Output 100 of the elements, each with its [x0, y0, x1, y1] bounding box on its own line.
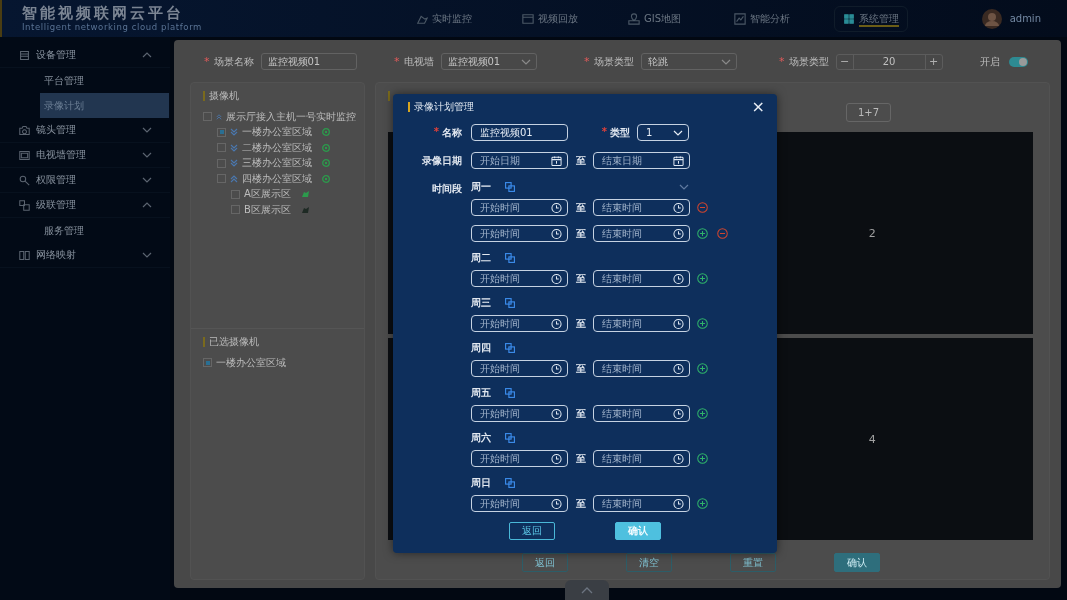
submenu-item[interactable]: 平台管理 — [40, 68, 169, 93]
checkbox[interactable] — [203, 358, 212, 368]
close-button[interactable]: × — [751, 99, 765, 115]
clock-icon — [673, 318, 684, 329]
input-field[interactable]: 监控视频01 — [260, 53, 357, 70]
remove-icon[interactable] — [697, 202, 708, 213]
double-chevron-up-icon[interactable] — [230, 174, 238, 183]
clock-icon — [673, 408, 684, 419]
start-time-field[interactable]: 开始时间 — [471, 360, 568, 377]
name-field[interactable]: 监控视频01 — [471, 124, 568, 141]
field-label: 场景名称 — [213, 54, 254, 69]
selected-camera[interactable]: 一楼办公室区域 — [216, 355, 286, 370]
tree-item[interactable]: 二楼办公室区域 — [242, 140, 312, 155]
layout-tab[interactable]: 1+7 — [846, 103, 891, 122]
menu-item[interactable]: 镜头管理 — [0, 118, 170, 143]
double-chevron-down-icon[interactable] — [230, 159, 238, 168]
start-time-field[interactable]: 开始时间 — [471, 225, 568, 242]
start-time-field[interactable]: 开始时间 — [471, 450, 568, 467]
remove-icon[interactable] — [717, 228, 728, 239]
select-field[interactable]: 轮跳 — [640, 53, 737, 70]
add-icon[interactable] — [697, 363, 708, 374]
weekday-label: 周二 — [471, 251, 491, 265]
double-chevron-down-icon[interactable] — [230, 143, 238, 152]
checkbox[interactable] — [203, 112, 212, 122]
add-icon[interactable] — [697, 228, 708, 239]
menu-item[interactable]: 网络映射 — [0, 243, 170, 268]
submenu-item[interactable]: 服务管理 — [40, 218, 169, 243]
checkbox[interactable] — [217, 158, 226, 168]
add-icon[interactable] — [697, 453, 708, 464]
menu-item[interactable]: 权限管理 — [0, 168, 170, 193]
weekday-label: 周三 — [471, 296, 491, 310]
tree-item[interactable]: 三楼办公室区域 — [242, 156, 312, 171]
end-time-field[interactable]: 结束时间 — [593, 405, 690, 422]
end-date-field[interactable]: 结束日期 — [593, 152, 690, 169]
double-chevron-down-icon[interactable] — [230, 128, 238, 137]
start-time-field[interactable]: 开始时间 — [471, 270, 568, 287]
nav-tab[interactable]: GIS地图 — [622, 5, 728, 32]
clock-icon — [551, 363, 562, 374]
collapse-handle[interactable] — [565, 580, 609, 600]
start-date-field[interactable]: 开始日期 — [471, 152, 568, 169]
tree-item[interactable]: A区展示区 — [244, 187, 291, 202]
tree-item[interactable]: B区展示区 — [244, 202, 291, 217]
checkbox[interactable] — [217, 174, 226, 184]
start-time-field[interactable]: 开始时间 — [471, 315, 568, 332]
nav-tab[interactable]: 实时监控 — [410, 5, 516, 32]
add-icon[interactable] — [697, 498, 708, 509]
avatar-icon[interactable] — [981, 8, 1002, 29]
checkbox[interactable] — [217, 143, 226, 153]
minus-button[interactable]: − — [836, 54, 854, 69]
range-separator: 至 — [574, 316, 587, 331]
required-mark: * — [433, 125, 439, 139]
action-button[interactable]: 确认 — [833, 553, 880, 572]
copy-icon[interactable] — [505, 343, 515, 353]
menu-item[interactable]: 电视墙管理 — [0, 143, 170, 168]
submenu-item[interactable]: 录像计划 — [40, 93, 169, 118]
end-time-field[interactable]: 结束时间 — [593, 270, 690, 287]
end-time-field[interactable]: 结束时间 — [593, 315, 690, 332]
copy-icon[interactable] — [505, 478, 515, 488]
checkbox[interactable] — [217, 127, 226, 137]
checkbox[interactable] — [231, 205, 240, 215]
type-select[interactable]: 1 — [637, 124, 689, 141]
add-icon[interactable] — [697, 273, 708, 284]
add-icon[interactable] — [697, 318, 708, 329]
plus-button[interactable]: + — [924, 54, 942, 69]
start-time-field[interactable]: 开始时间 — [471, 199, 568, 216]
end-time-field[interactable]: 结束时间 — [593, 450, 690, 467]
menu-item[interactable]: 设备管理 — [0, 43, 170, 68]
end-time-field[interactable]: 结束时间 — [593, 225, 690, 242]
menu-item[interactable]: 级联管理 — [0, 193, 170, 218]
nav-tab[interactable]: 系统管理 — [834, 5, 908, 32]
end-time-field[interactable]: 结束时间 — [593, 495, 690, 512]
copy-icon[interactable] — [505, 182, 515, 192]
user-name[interactable]: admin — [1009, 13, 1041, 24]
copy-icon[interactable] — [505, 388, 515, 398]
select-field[interactable]: 监控视频01 — [440, 53, 537, 70]
nav-tab[interactable]: 智能分析 — [728, 5, 834, 32]
copy-icon[interactable] — [505, 253, 515, 263]
nav-tab[interactable]: 视频回放 — [516, 5, 622, 32]
start-time-field[interactable]: 开始时间 — [471, 495, 568, 512]
calendar-icon — [551, 155, 562, 166]
end-time-field[interactable]: 结束时间 — [593, 360, 690, 377]
screen-number: 2 — [868, 226, 876, 240]
end-time-field[interactable]: 结束时间 — [593, 199, 690, 216]
range-separator: 至 — [574, 406, 587, 421]
tree-item[interactable]: 一楼办公室区域 — [242, 125, 312, 140]
toggle-switch[interactable] — [1009, 56, 1028, 67]
nav-icon — [734, 12, 746, 25]
copy-icon[interactable] — [505, 298, 515, 308]
range-separator: 至 — [574, 271, 587, 286]
back-button[interactable]: 返回 — [509, 522, 555, 540]
add-icon[interactable] — [697, 408, 708, 419]
copy-icon[interactable] — [505, 433, 515, 443]
clock-icon — [551, 228, 562, 239]
menu-icon — [19, 49, 30, 61]
start-time-field[interactable]: 开始时间 — [471, 405, 568, 422]
tree-item[interactable]: 展示厅接入主机一号实时监控 — [226, 109, 356, 124]
checkbox[interactable] — [231, 189, 240, 199]
tree-item[interactable]: 四楼办公室区域 — [242, 171, 312, 186]
number-stepper[interactable]: − 20 + — [835, 53, 943, 70]
double-chevron-up-icon[interactable] — [216, 112, 222, 121]
